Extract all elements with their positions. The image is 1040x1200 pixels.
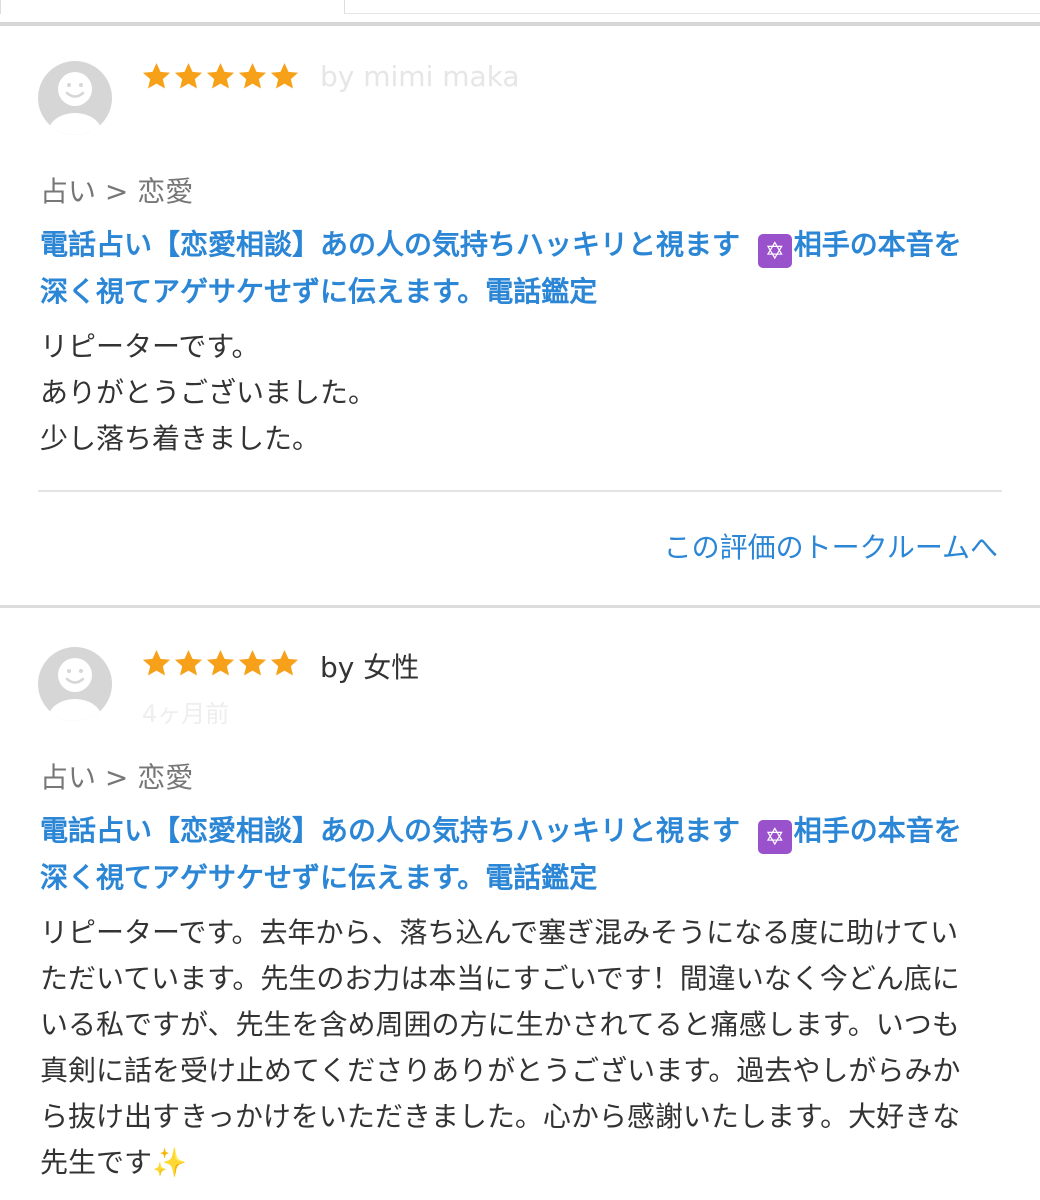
column-divider — [0, 0, 1, 14]
review-text-line: リピーターです。去年から、落ち込んで塞ぎ混みそうになる度に助けてい — [40, 916, 959, 949]
star-icon — [205, 61, 236, 92]
review-text-line: 真剣に話を受け止めてくださりありがとうございます。過去やしがらみか — [40, 1054, 961, 1087]
previous-section-strip — [0, 0, 1040, 26]
review-text-line: ありがとうございました。 — [40, 376, 377, 409]
review-author: by mimi maka — [320, 60, 520, 93]
star-rating — [141, 648, 300, 679]
user-avatar-icon — [38, 61, 112, 135]
talkroom-link[interactable]: この評価のトークルームへ — [664, 526, 998, 566]
review-text-line: ただいています。先生のお力は本当にすごいです！間違いなく今どん底に — [40, 962, 960, 995]
star-of-david-icon: ✡ — [757, 820, 792, 854]
service-title-part: 深く視てアゲサケせずに伝えます。電話鑑定 — [40, 275, 598, 308]
service-title-part: 電話占い【恋愛相談】あの人の気持ちハッキリと視ます — [40, 814, 750, 847]
sparkles-icon: ✨ — [152, 1146, 187, 1179]
review-body: リピーターです。去年から、落ち込んで塞ぎ混みそうになる度に助けてい ただいていま… — [40, 910, 1000, 1186]
star-icon — [205, 648, 236, 679]
service-title-link[interactable]: 電話占い【恋愛相談】あの人の気持ちハッキリと視ます ✡ 相手の本音を 深く視てアゲ… — [40, 807, 1010, 901]
row-divider — [344, 13, 1040, 14]
review-text-line: ら抜け出すきっかけをいただきました。心から感謝いたします。大好きな — [40, 1100, 961, 1133]
star-icon — [173, 648, 204, 679]
star-of-david-icon: ✡ — [757, 234, 792, 268]
review-text-line: 少し落ち着きました。 — [40, 422, 321, 455]
service-title-part: 電話占い【恋愛相談】あの人の気持ちハッキリと視ます — [40, 228, 750, 261]
star-icon — [141, 61, 172, 92]
review-text-line: リピーターです。 — [40, 330, 260, 363]
service-title-part: 相手の本音を — [793, 228, 962, 261]
star-icon — [237, 61, 268, 92]
section-separator — [0, 605, 1040, 608]
review-author: by 女性 — [320, 651, 420, 684]
star-icon — [237, 648, 268, 679]
review-body: リピーターです。 ありがとうございました。 少し落ち着きました。 — [40, 324, 1000, 462]
service-title-link[interactable]: 電話占い【恋愛相談】あの人の気持ちハッキリと視ます ✡ 相手の本音を 深く視てアゲ… — [40, 221, 1010, 315]
star-icon — [269, 648, 300, 679]
star-icon — [141, 648, 172, 679]
user-avatar-icon — [38, 647, 112, 721]
divider — [38, 490, 1002, 492]
review-text-part: 先生です — [40, 1146, 153, 1179]
review-time-ago: 4ヶ月前 — [142, 700, 230, 728]
star-icon — [269, 61, 300, 92]
review-category[interactable]: 占い > 恋愛 — [40, 756, 193, 796]
service-title-part: 相手の本音を — [793, 814, 962, 847]
star-rating — [141, 61, 300, 92]
service-title-part: 深く視てアゲサケせずに伝えます。電話鑑定 — [40, 861, 598, 894]
star-icon — [173, 61, 204, 92]
review-text-line: いる私ですが、先生を含め周囲の方に生かされてると痛感します。いつも — [40, 1008, 960, 1041]
review-category[interactable]: 占い > 恋愛 — [40, 170, 193, 210]
review-text-line: 先生です✨ — [40, 1140, 1000, 1186]
column-divider — [344, 0, 345, 14]
